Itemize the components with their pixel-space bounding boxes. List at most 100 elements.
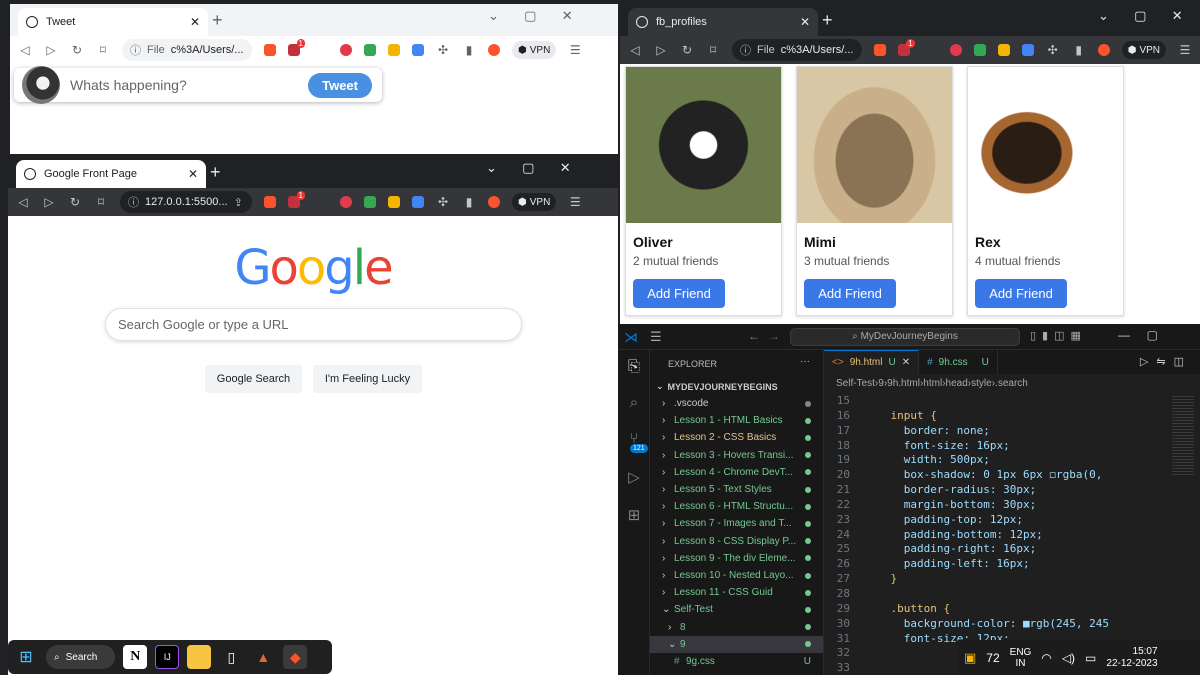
hamburger-icon[interactable]: ☰: [650, 329, 662, 345]
wallet-icon[interactable]: [1097, 44, 1110, 56]
wallet-icon[interactable]: [488, 196, 500, 208]
brave-rewards-icon[interactable]: 1: [288, 39, 305, 56]
menu-icon[interactable]: ☰: [1178, 43, 1192, 57]
add-friend-button[interactable]: Add Friend: [633, 279, 725, 308]
nav-forward-icon[interactable]: →: [768, 329, 780, 343]
forward-icon[interactable]: ▷: [654, 43, 668, 57]
puzzle-icon[interactable]: ✣: [436, 195, 450, 209]
brave-shield-icon[interactable]: [264, 44, 276, 56]
address-bar[interactable]: ⓘ 127.0.0.1:5500... ⇪: [120, 191, 252, 213]
google-tab[interactable]: Google Front Page ✕: [16, 160, 206, 188]
tree-item[interactable]: › Lesson 8 - CSS Display P...: [650, 533, 823, 550]
address-bar[interactable]: ⓘ File c%3A/Users/...: [122, 39, 252, 61]
breadcrumb-item[interactable]: style: [971, 378, 992, 389]
minimap[interactable]: [1172, 396, 1194, 476]
code-view[interactable]: 15 16 input {17 border: none; 18 font-size…: [824, 394, 1170, 675]
new-tab-button[interactable]: +: [210, 162, 221, 182]
menu-icon[interactable]: ☰: [568, 195, 582, 209]
share-icon[interactable]: ⇪: [234, 196, 243, 209]
bookmark-icon[interactable]: ⌑: [706, 43, 720, 57]
breadcrumb-item[interactable]: 9h.html: [887, 378, 920, 389]
tree-item[interactable]: ⌄ Self-Test: [650, 601, 823, 618]
extension-red-icon[interactable]: [949, 44, 962, 56]
vpn-button[interactable]: ⬢ VPN: [512, 193, 557, 211]
battery-icon[interactable]: ▭: [1085, 651, 1096, 665]
tree-item[interactable]: › Lesson 5 - Text Styles: [650, 481, 823, 498]
tree-item[interactable]: › Lesson 4 - Chrome DevT...: [650, 464, 823, 481]
address-bar[interactable]: ⓘ File c%3A/Users/...: [732, 39, 862, 61]
back-icon[interactable]: ◁: [18, 43, 32, 57]
tweet-input[interactable]: Whats happening?: [70, 77, 308, 93]
tree-item[interactable]: › Lesson 6 - HTML Structu...: [650, 498, 823, 515]
feeling-lucky-button[interactable]: I'm Feeling Lucky: [313, 365, 422, 393]
fb-tab[interactable]: fb_profiles ✕: [628, 8, 818, 36]
menu-icon[interactable]: ☰: [568, 43, 582, 57]
tree-item[interactable]: › Lesson 7 - Images and T...: [650, 515, 823, 532]
extension-green-icon[interactable]: [364, 44, 376, 56]
tab-9h-html[interactable]: <> 9h.html U ✕: [824, 350, 920, 374]
tree-item[interactable]: › Lesson 2 - CSS Basics: [650, 429, 823, 446]
new-tab-button[interactable]: +: [212, 10, 223, 30]
sidebar-icon[interactable]: ▮: [462, 195, 476, 209]
windows-start-icon[interactable]: ⊞: [14, 645, 38, 669]
puzzle-icon[interactable]: ✣: [436, 43, 450, 57]
extension-red-icon[interactable]: [340, 44, 352, 56]
taskbar-search[interactable]: ⌕ Search: [46, 645, 116, 669]
brave-shield-icon[interactable]: [264, 196, 276, 208]
brave-rewards-icon[interactable]: 1: [288, 191, 305, 208]
puzzle-icon[interactable]: ✣: [1046, 43, 1060, 57]
reload-icon[interactable]: ↻: [70, 43, 84, 57]
brave-rewards-icon[interactable]: 1: [897, 39, 915, 56]
command-center[interactable]: ⌕ MyDevJourneyBegins: [790, 328, 1020, 346]
close-tab-icon[interactable]: ✕: [800, 15, 810, 29]
tab-9h-css[interactable]: # 9h.css U: [919, 350, 998, 374]
wallet-icon[interactable]: [488, 44, 500, 56]
matlab-icon[interactable]: ▲: [251, 645, 275, 669]
close-tab-icon[interactable]: ✕: [190, 15, 200, 29]
new-tab-button[interactable]: +: [822, 10, 833, 30]
vpn-button[interactable]: ⬢ VPN: [512, 41, 557, 59]
tree-item[interactable]: › 8: [650, 619, 823, 636]
extension-wave-icon[interactable]: [1021, 44, 1034, 56]
window-controls[interactable]: — ▢: [1118, 328, 1158, 342]
language-indicator[interactable]: ENG IN: [1010, 647, 1032, 669]
breadcrumb-item[interactable]: .search: [995, 378, 1028, 389]
extension-multicolor-icon[interactable]: [997, 44, 1010, 56]
tweet-tab[interactable]: Tweet ✕: [18, 8, 208, 36]
back-icon[interactable]: ◁: [16, 195, 30, 209]
forward-icon[interactable]: ▷: [42, 195, 56, 209]
google-search-input[interactable]: Search Google or type a URL: [105, 308, 522, 341]
temperature[interactable]: 72: [986, 651, 999, 665]
extension-green-icon[interactable]: [973, 44, 986, 56]
run-debug-icon[interactable]: ▷: [624, 468, 644, 488]
extension-green-icon[interactable]: [364, 196, 376, 208]
search-icon[interactable]: ⌕: [624, 394, 644, 414]
root-folder[interactable]: ⌄ MYDEVJOURNEYBEGINS: [650, 378, 823, 395]
tree-item[interactable]: ⌄ 9: [650, 635, 823, 653]
nav-back-icon[interactable]: ←: [748, 329, 760, 343]
forward-icon[interactable]: ▷: [44, 43, 58, 57]
brave-icon[interactable]: ◆: [283, 645, 308, 669]
bookmark-icon[interactable]: ⌑: [94, 195, 108, 209]
tree-item[interactable]: › Lesson 9 - The div Eleme...: [650, 550, 823, 567]
vpn-button[interactable]: ⬢ VPN: [1121, 41, 1166, 59]
sidebar-icon[interactable]: ▮: [1072, 43, 1086, 57]
add-friend-button[interactable]: Add Friend: [975, 279, 1067, 308]
tree-item[interactable]: › Lesson 3 - Hovers Transi...: [650, 447, 823, 464]
brave-shield-icon[interactable]: [873, 44, 886, 56]
tree-item[interactable]: › Lesson 1 - HTML Basics: [650, 412, 823, 429]
more-actions-icon[interactable]: ···: [800, 356, 810, 367]
clock[interactable]: 15:07 22-12-2023: [1106, 646, 1157, 670]
tree-item[interactable]: #9g.css U: [650, 653, 823, 670]
add-friend-button[interactable]: Add Friend: [804, 279, 896, 308]
wifi-icon[interactable]: ◠: [1041, 651, 1051, 665]
editor-actions[interactable]: ▷⇋◫: [1140, 355, 1192, 368]
google-search-button[interactable]: Google Search: [205, 365, 302, 393]
tweet-button[interactable]: Tweet: [308, 72, 372, 98]
jetbrains-icon[interactable]: IJ: [155, 645, 180, 669]
close-icon[interactable]: ✕: [902, 357, 910, 368]
breadcrumb-item[interactable]: head: [946, 378, 968, 389]
extension-red-icon[interactable]: [340, 196, 352, 208]
volume-icon[interactable]: ◁): [1062, 651, 1075, 665]
close-tab-icon[interactable]: ✕: [188, 167, 198, 181]
